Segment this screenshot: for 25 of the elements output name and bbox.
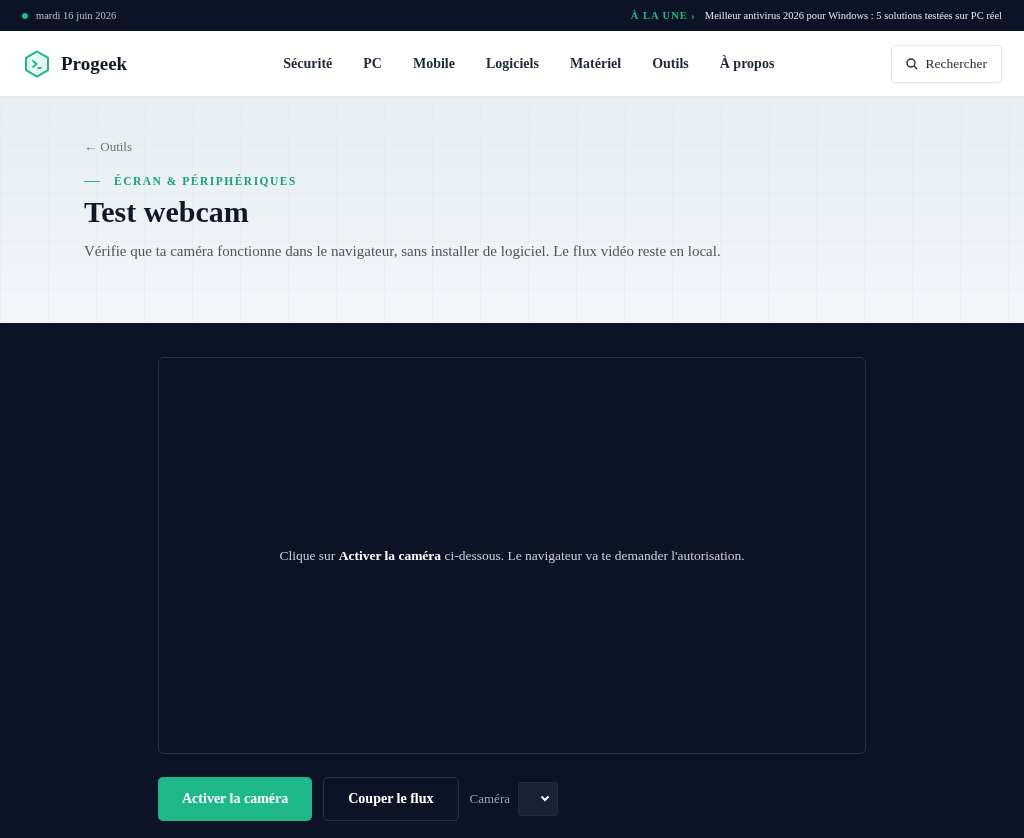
category-label: ÉCRAN & PÉRIPHÉRIQUES [114,175,297,187]
nav-link[interactable]: Sécurité [283,55,333,72]
nav-link[interactable]: Logiciels [486,55,539,72]
headline-link[interactable]: Meilleur antivirus 2026 pour Windows : 5 solutions testées sur PC réel [704,10,1002,21]
search-icon [905,57,918,70]
nav-link[interactable]: Matériel [569,55,622,72]
camera-select[interactable] [518,782,558,816]
page-title: Test webcam [84,195,250,229]
nav-link[interactable]: À propos [719,55,775,72]
kicker-line [84,180,100,182]
intro-text: Vérifie que ta caméra fonctionne dans le navigateur, sans installer de logiciel. Le flux vidéo reste en local. [84,242,722,261]
stop-stream-button[interactable]: Couper le flux [323,777,459,821]
nav-link[interactable]: Outils [652,55,689,72]
nav-link[interactable]: PC [363,55,382,72]
breadcrumb-link[interactable]: ← Outils [84,139,133,154]
terminal-hexagon-icon [24,49,50,78]
headline-label: À LA UNE › [630,10,696,21]
camera-label: Caméra [469,791,510,807]
search-button[interactable]: Rechercher [890,44,1002,83]
nav-link[interactable]: Mobile [413,55,455,72]
instruction-text: Clique sur Activer la caméra ci-dessous. Le navigateur va te demander l'autorisation. [279,547,745,564]
date-text: mardi 16 juin 2026 [36,10,117,21]
site-logo-text[interactable]: Progeek [61,52,128,75]
status-dot [22,12,28,19]
chevron-down-icon [540,795,550,802]
